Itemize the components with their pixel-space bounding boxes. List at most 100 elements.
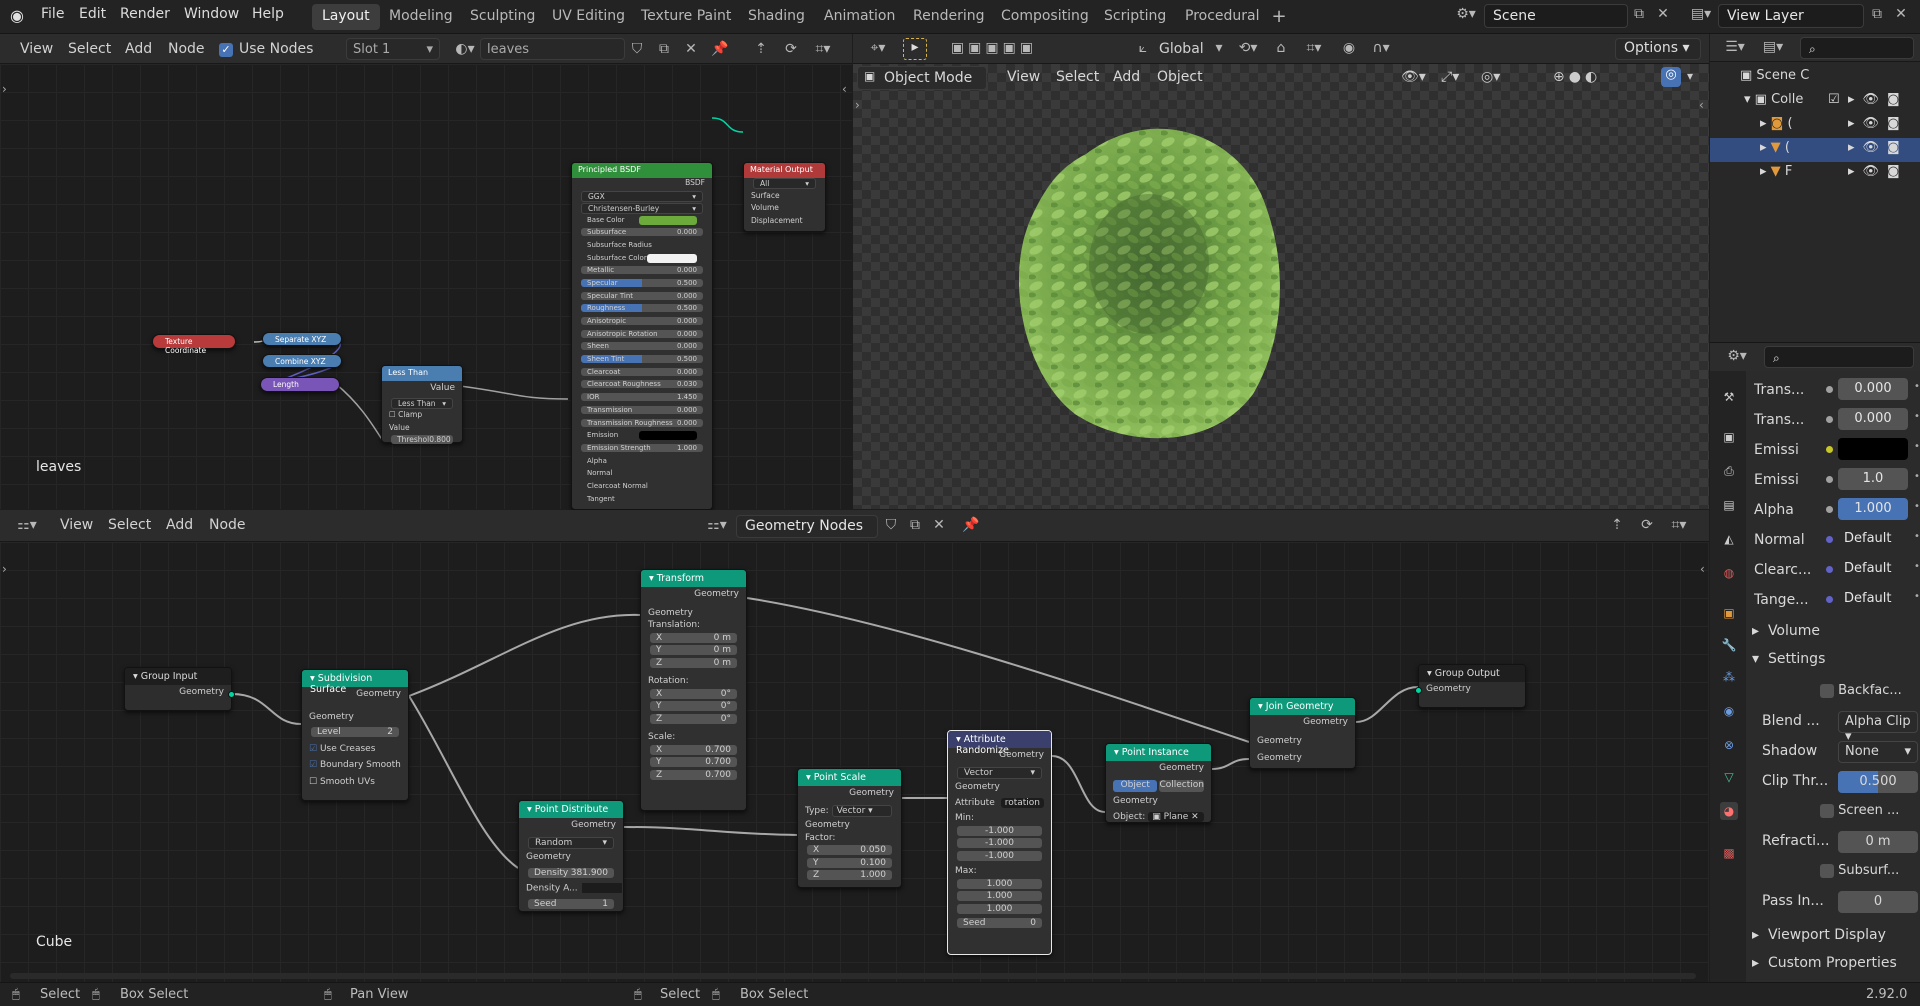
vector-component-field[interactable]: Z 1.000	[807, 870, 892, 880]
socket-link-icon[interactable]	[1826, 386, 1833, 393]
tab-sculpting[interactable]: Sculpting	[460, 4, 545, 30]
tab-rendering[interactable]: Rendering	[903, 4, 995, 30]
settings-panel-header[interactable]: ▾ Settings	[1752, 651, 1825, 667]
display-mode-icon[interactable]: ▤▾	[1758, 39, 1788, 55]
socket-link-icon[interactable]	[1826, 536, 1833, 543]
group-output-node[interactable]: ▾ Group Output Geometry	[1415, 664, 1526, 708]
bsdf-input-row[interactable]: Sheen Tint 0.500	[572, 355, 712, 368]
pin-icon[interactable]: 📌	[711, 41, 729, 57]
bsdf-input-field[interactable]: Clearcoat Normal	[581, 482, 703, 490]
socket-link-icon[interactable]	[1826, 506, 1833, 513]
new-scene-icon[interactable]: ⧉	[1630, 6, 1648, 22]
texture-coordinate-node[interactable]: Texture Coordinate	[152, 334, 236, 355]
constraints-tab-icon[interactable]: ⊗	[1720, 736, 1738, 754]
fake-user-icon[interactable]: ⛉	[628, 41, 646, 57]
bsdf-input-field[interactable]: Base Color	[581, 215, 703, 225]
material-property-value[interactable]: Default	[1838, 588, 1908, 610]
backface-culling-checkbox[interactable]: Backfac...	[1820, 683, 1902, 698]
geo-menu-view[interactable]: View	[60, 517, 93, 533]
distribution-dropdown[interactable]: GGX ▾	[581, 190, 703, 202]
bsdf-input-row[interactable]: Roughness 0.500	[572, 304, 712, 317]
shader-menu-node[interactable]: Node	[168, 41, 205, 57]
tab-uv-editing[interactable]: UV Editing	[542, 4, 635, 30]
attrrand-seed-field[interactable]: Seed 0	[957, 918, 1042, 928]
pivot-icon[interactable]: ⟲▾	[1233, 40, 1263, 56]
geo-pin-icon[interactable]: 📌	[962, 517, 980, 533]
group-input-node[interactable]: ▾ Group Input Geometry	[124, 667, 235, 711]
bsdf-input-field[interactable]: Normal	[581, 469, 703, 477]
object-data-tab-icon[interactable]: ▽	[1720, 768, 1738, 786]
range-component-field[interactable]: -1.000	[957, 825, 1042, 836]
keyframe-icon[interactable]: •	[1914, 501, 1920, 512]
plane-visibility-icons[interactable]: ▸👁◙	[1848, 164, 1908, 179]
keyframe-icon[interactable]: •	[1914, 381, 1920, 392]
socket-link-icon[interactable]	[1826, 476, 1833, 483]
less-than-operation-dropdown[interactable]: Less Than ▾	[391, 397, 453, 409]
geo-editor-type-icon[interactable]: ⚏▾	[10, 517, 44, 533]
bsdf-input-field[interactable]: Emission Strength 1.000	[581, 443, 703, 452]
geometry-node-canvas[interactable]: ▾ Group Input Geometry ▾ Subdivision Sur…	[0, 542, 1709, 982]
tab-layout[interactable]: Layout	[312, 4, 380, 30]
geo-toolbar-expand-icon[interactable]: ›	[2, 562, 7, 576]
distribute-seed-field[interactable]: Seed 1	[528, 898, 614, 909]
vector-component-field[interactable]: Z 0°	[650, 713, 737, 724]
select-tool-icon[interactable]: ▸	[903, 38, 927, 60]
vector-component-field[interactable]: Y 0.100	[807, 857, 892, 868]
bsdf-input-row[interactable]: Subsurface Color	[572, 253, 712, 267]
geo-unlink-icon[interactable]: ✕	[930, 517, 948, 533]
geo-fake-user-icon[interactable]: ⛉	[882, 517, 900, 533]
outliner-item-cube[interactable]: ▸ ▼ (▸👁◙	[1760, 140, 1920, 155]
vector-component-field[interactable]: X 0.700	[650, 744, 737, 755]
tab-texture-paint[interactable]: Texture Paint	[631, 4, 741, 30]
bsdf-input-row[interactable]: Transmission 0.000	[572, 405, 712, 419]
keyframe-icon[interactable]: •	[1914, 411, 1920, 422]
bsdf-input-row[interactable]: Transmission Roughness 0.000	[572, 418, 712, 432]
tab-procedural[interactable]: Procedural	[1175, 4, 1270, 30]
join-geometry-node[interactable]: ▾ Join Geometry Geometry Geometry Geomet…	[1249, 697, 1356, 769]
density-attribute-field[interactable]	[581, 883, 622, 893]
keyframe-icon[interactable]: •	[1914, 561, 1920, 572]
physics-tab-icon[interactable]: ◉	[1720, 702, 1738, 720]
material-property-value[interactable]: Default	[1838, 528, 1908, 550]
vector-component-field[interactable]: Y 0°	[650, 701, 737, 711]
geo-sidebar-expand-icon[interactable]: ‹	[1700, 562, 1705, 576]
point-scale-node[interactable]: ▾ Point Scale Geometry Type: Vector ▾ Ge…	[797, 768, 902, 888]
bsdf-input-field[interactable]: Specular 0.500	[581, 278, 703, 287]
selection-mode-icons[interactable]: ▣▣▣▣▣	[939, 40, 1049, 56]
viewport-3d[interactable]: ▣ Object Mode View Select Add Object 👁▾ …	[853, 64, 1709, 509]
material-property-value[interactable]: Default	[1838, 558, 1908, 580]
proportional-edit-icon[interactable]: ◉	[1341, 40, 1357, 56]
bsdf-input-field[interactable]: Transmission 0.000	[581, 405, 703, 414]
bsdf-input-field[interactable]: Roughness 0.500	[581, 304, 703, 313]
material-tab-icon[interactable]: ◕	[1720, 802, 1738, 820]
outliner-item-camera[interactable]: ▸ ◙ (▸👁◙	[1760, 116, 1920, 131]
shader-menu-view[interactable]: View	[20, 41, 53, 57]
attribute-name-field[interactable]: rotation	[1000, 797, 1044, 808]
geo-menu-add[interactable]: Add	[166, 517, 193, 533]
use-nodes-checkbox[interactable]: ✓	[219, 43, 233, 57]
bsdf-input-row[interactable]: Clearcoat 0.000	[572, 367, 712, 381]
editor-type-icon[interactable]: ⌖▾	[863, 40, 893, 56]
bsdf-input-field[interactable]: Clearcoat 0.000	[581, 367, 703, 376]
bsdf-input-row[interactable]: Emission	[572, 431, 712, 444]
attrrand-type-dropdown[interactable]: Vector ▾	[957, 766, 1042, 779]
bsdf-input-row[interactable]: Emission Strength 1.000	[572, 443, 712, 457]
new-view-layer-icon[interactable]: ⧉	[1868, 6, 1886, 22]
range-component-field[interactable]: -1.000	[957, 850, 1042, 861]
viewport-display-panel-header[interactable]: ▸ Viewport Display	[1752, 927, 1886, 943]
geo-snap-target-icon[interactable]: ⌗▾	[1664, 517, 1694, 533]
material-property-value[interactable]	[1838, 438, 1908, 460]
vector-component-field[interactable]: Y 0.700	[650, 757, 737, 767]
emission-color-swatch[interactable]	[639, 431, 697, 441]
delete-view-layer-icon[interactable]: ✕	[1892, 6, 1910, 22]
group-input-socket[interactable]	[228, 691, 235, 698]
bsdf-input-field[interactable]: Clearcoat Roughness 0.030	[581, 380, 703, 389]
material-name-field[interactable]: leaves	[480, 38, 625, 60]
socket-link-icon[interactable]	[1826, 566, 1833, 573]
shadow-mode-dropdown[interactable]: None ▾	[1838, 741, 1918, 763]
menu-render[interactable]: Render	[120, 6, 170, 22]
options-dropdown[interactable]: Options ▾	[1615, 38, 1701, 60]
bsdf-input-row[interactable]: Sheen 0.000	[572, 342, 712, 355]
geo-snap-icon[interactable]: ⟳	[1638, 517, 1656, 533]
range-component-field[interactable]: 1.000	[957, 891, 1042, 901]
